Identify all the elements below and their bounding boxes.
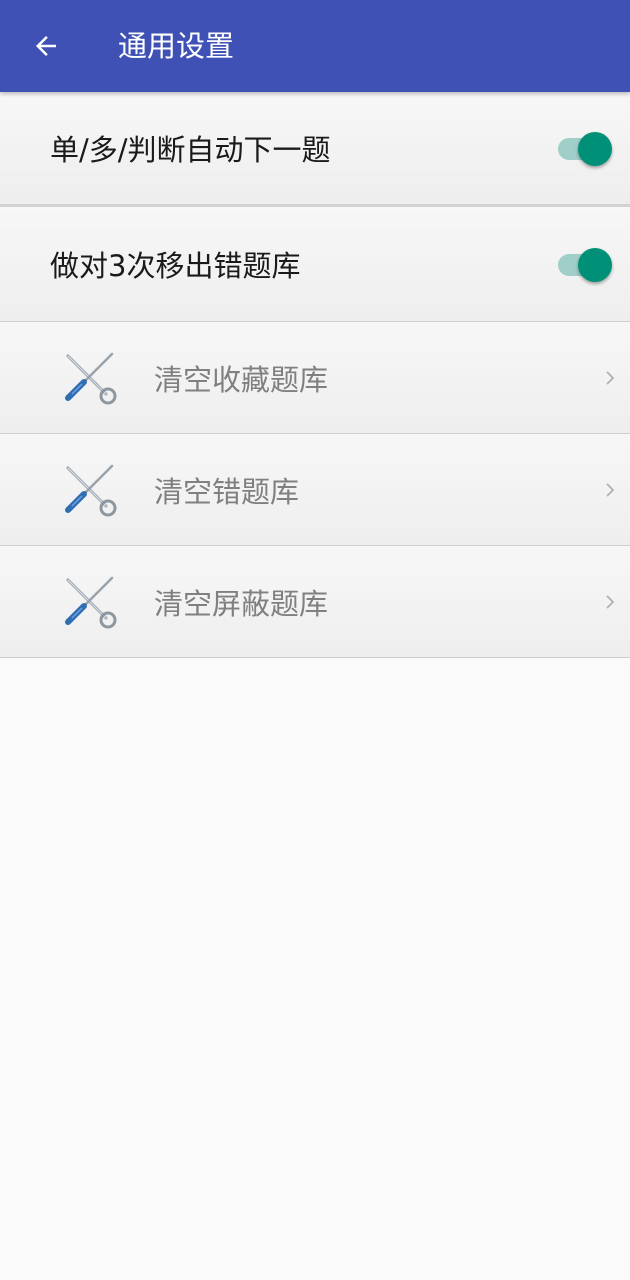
remove-from-wrong-switch[interactable]	[558, 246, 614, 282]
switch-thumb	[578, 248, 612, 282]
auto-next-switch[interactable]	[558, 130, 614, 166]
setting-auto-next[interactable]: 单/多/判断自动下一题	[0, 92, 630, 207]
back-button[interactable]	[22, 22, 70, 70]
arrow-left-icon	[36, 36, 56, 56]
clear-blocked-item[interactable]: 清空屏蔽题库	[0, 546, 630, 658]
clear-blocked-label: 清空屏蔽题库	[154, 586, 329, 621]
clear-favorites-label: 清空收藏题库	[154, 362, 329, 397]
setting-auto-next-label: 单/多/判断自动下一题	[50, 133, 331, 167]
tools-icon	[65, 464, 117, 516]
setting-remove-from-wrong[interactable]: 做对3次移出错题库	[0, 207, 630, 322]
clear-wrong-item[interactable]: 清空错题库	[0, 434, 630, 546]
switch-thumb	[578, 132, 612, 166]
setting-remove-from-wrong-label: 做对3次移出错题库	[50, 249, 301, 283]
page-title: 通用设置	[118, 29, 235, 63]
app-bar: 通用设置	[0, 0, 630, 92]
chevron-right-icon	[606, 482, 615, 497]
settings-list: 单/多/判断自动下一题 做对3次移出错题库 清空收藏题库 清空错题库 清空屏蔽题…	[0, 92, 630, 658]
chevron-right-icon	[606, 594, 615, 609]
clear-wrong-label: 清空错题库	[154, 474, 300, 509]
clear-favorites-item[interactable]: 清空收藏题库	[0, 322, 630, 434]
tools-icon	[65, 352, 117, 404]
tools-icon	[65, 576, 117, 628]
chevron-right-icon	[606, 370, 615, 385]
